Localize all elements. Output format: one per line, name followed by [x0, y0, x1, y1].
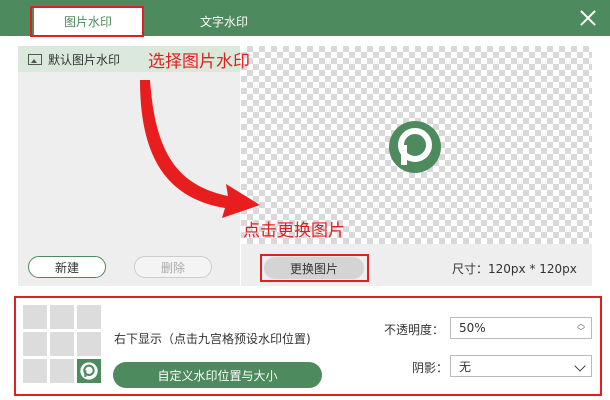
grid-cell-bottom-left[interactable] — [23, 359, 47, 383]
grid-cell-top-center[interactable] — [50, 305, 74, 329]
watermark-dialog: 图片水印 文字水印 默认图片水印 新建 删除 更换图片 尺寸：120px * 1… — [0, 0, 610, 400]
shadow-select[interactable]: 无 — [450, 355, 592, 377]
grid-cell-middle-right[interactable] — [77, 332, 101, 356]
annotation-select-text: 选择图片水印 — [148, 52, 250, 72]
grid-cell-bottom-right[interactable] — [77, 359, 101, 383]
custom-position-button[interactable]: 自定义水印位置与大小 — [113, 362, 322, 388]
position-description: 右下显示（点击九宫格预设水印位置) — [114, 332, 311, 346]
spinner-arrows-icon[interactable]: ︿ ﹀ — [577, 320, 585, 336]
opacity-value: 50% — [459, 321, 486, 335]
grid-cell-top-right[interactable] — [77, 305, 101, 329]
grid-cell-top-left[interactable] — [23, 305, 47, 329]
grid-cell-center[interactable] — [50, 332, 74, 356]
chevron-down-icon — [574, 360, 586, 372]
position-grid — [23, 305, 101, 383]
opacity-label: 不透明度： — [384, 323, 445, 337]
watermark-logo-icon — [80, 362, 98, 380]
grid-cell-middle-left[interactable] — [23, 332, 47, 356]
shadow-label: 阴影： — [412, 361, 449, 375]
opacity-stepper[interactable]: 50% ︿ ﹀ — [450, 317, 592, 339]
grid-cell-bottom-center[interactable] — [50, 359, 74, 383]
annotation-change-text: 点击更换图片 — [243, 221, 345, 241]
shadow-value: 无 — [459, 359, 472, 374]
